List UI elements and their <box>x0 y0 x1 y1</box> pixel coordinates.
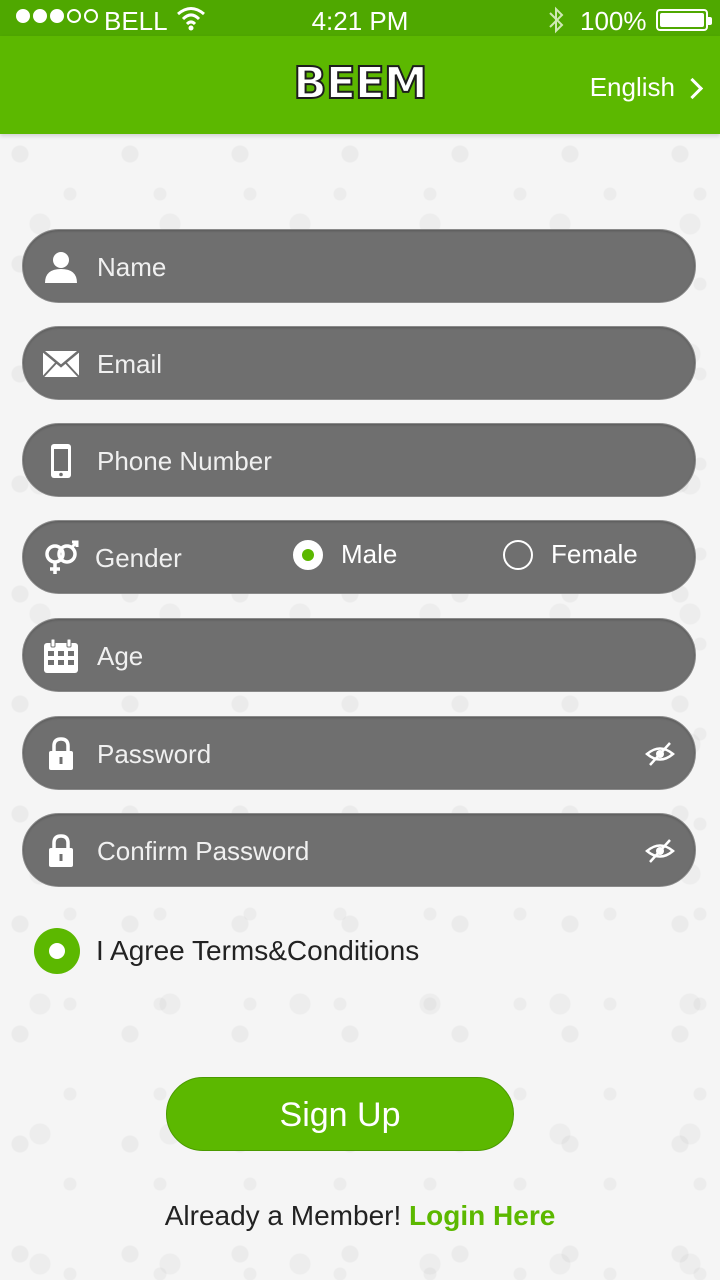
hide-password-icon[interactable] <box>645 836 675 866</box>
gender-male-label: Male <box>341 539 398 569</box>
password-input[interactable] <box>95 733 639 775</box>
password-field[interactable] <box>22 716 696 790</box>
lock-icon <box>41 831 81 871</box>
battery-icon <box>656 9 712 31</box>
already-member-text: Already a Member! <box>164 1200 402 1231</box>
phone-icon <box>41 441 81 481</box>
sign-up-button[interactable]: Sign Up <box>166 1077 514 1151</box>
phone-input[interactable] <box>95 440 639 482</box>
gender-female-label: Female <box>551 539 638 569</box>
gender-male-option[interactable]: Male <box>293 539 397 570</box>
terms-radio[interactable] <box>34 928 80 974</box>
confirm-password-field[interactable] <box>22 813 696 887</box>
language-selector[interactable]: English <box>589 72 704 103</box>
phone-field[interactable] <box>22 423 696 497</box>
gender-label: Gender <box>95 543 182 573</box>
login-prompt: Already a Member! Login Here <box>0 1200 720 1232</box>
gender-icon <box>41 538 81 578</box>
gender-field: Gender Male Female <box>22 520 696 594</box>
confirm-password-input[interactable] <box>95 830 639 872</box>
chevron-right-icon <box>681 77 704 100</box>
age-field[interactable] <box>22 618 696 692</box>
language-label: English <box>589 72 675 102</box>
email-input[interactable] <box>95 343 639 385</box>
age-input[interactable] <box>95 635 639 677</box>
user-icon <box>41 247 81 287</box>
battery-percent: 100% <box>580 6 647 36</box>
lock-icon <box>41 734 81 774</box>
envelope-icon <box>41 344 81 384</box>
terms-label: I Agree Terms&Conditions <box>96 935 420 966</box>
terms-agreement[interactable]: I Agree Terms&Conditions <box>34 928 419 974</box>
calendar-icon <box>41 636 81 676</box>
name-field[interactable] <box>22 229 696 303</box>
login-link[interactable]: Login Here <box>409 1200 555 1231</box>
email-field[interactable] <box>22 326 696 400</box>
gender-female-option[interactable]: Female <box>503 539 638 570</box>
name-input[interactable] <box>95 246 639 288</box>
gender-male-radio[interactable] <box>293 539 323 570</box>
app-header: BEEM English <box>0 36 720 134</box>
status-bar: BELL 4:21 PM 100% <box>0 0 720 40</box>
gender-female-radio[interactable] <box>503 539 533 570</box>
hide-password-icon[interactable] <box>645 739 675 769</box>
